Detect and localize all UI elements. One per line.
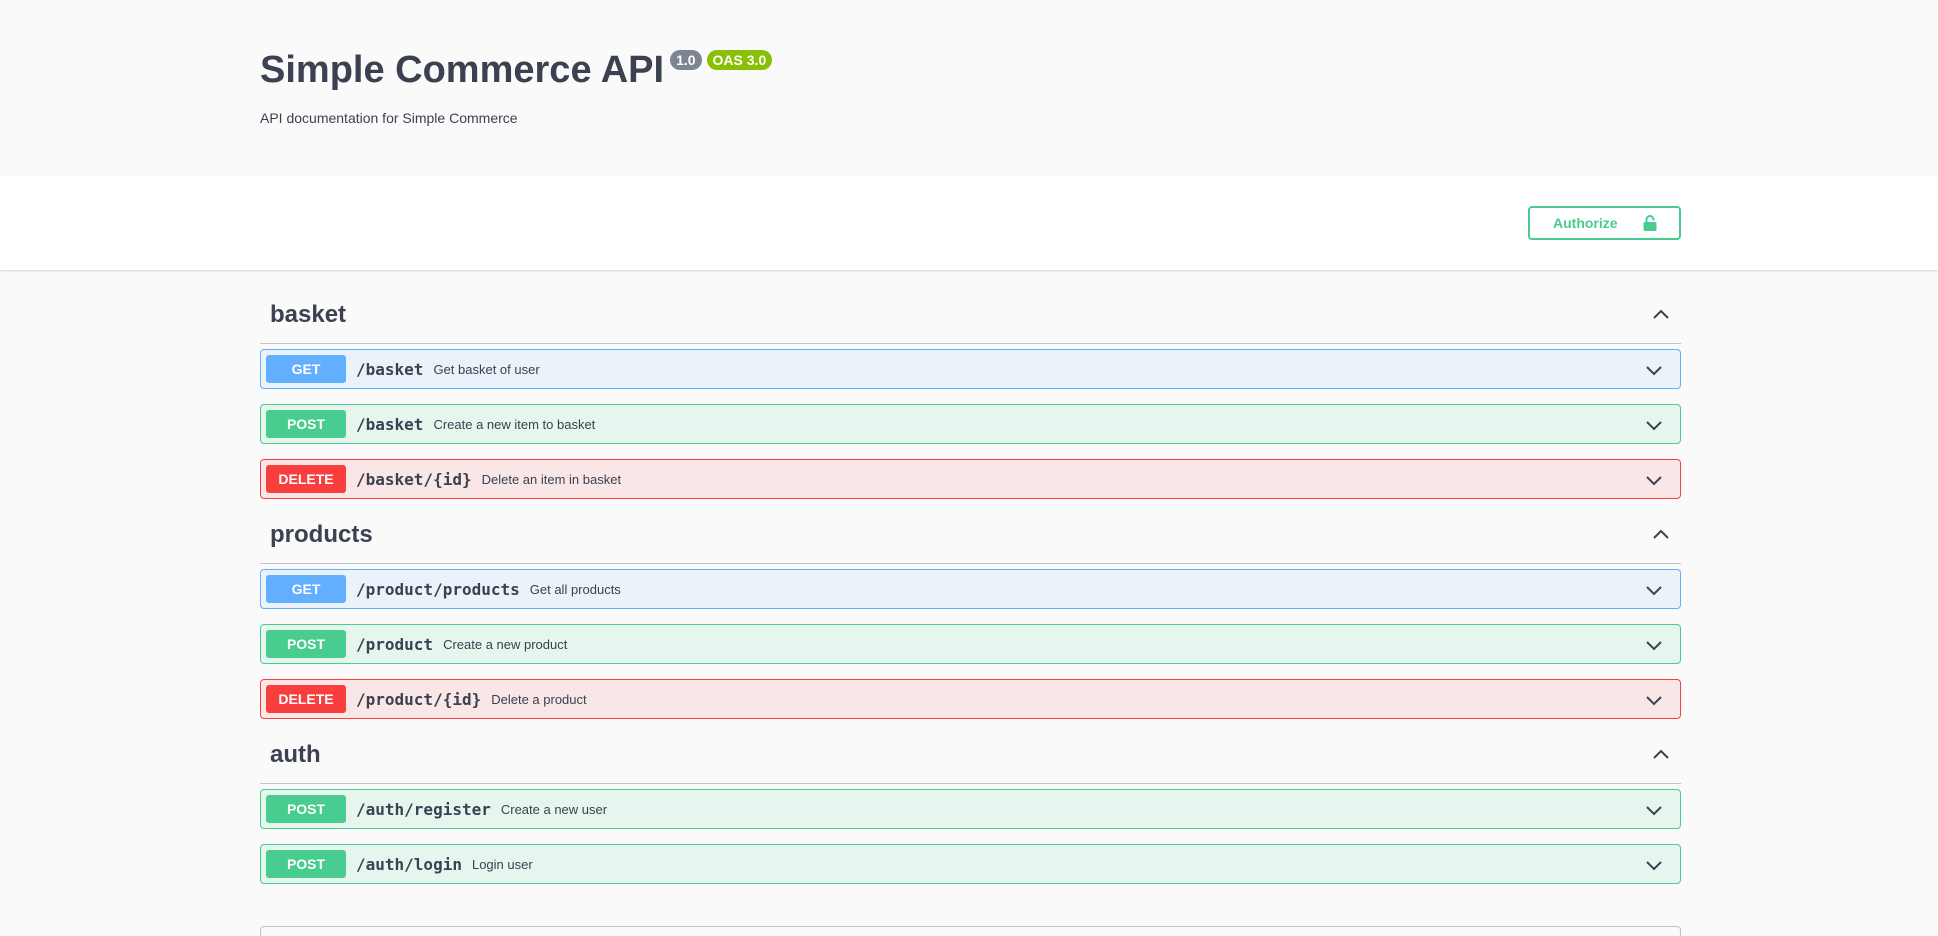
method-badge: POST [266, 795, 346, 823]
method-badge: GET [266, 355, 346, 383]
chevron-up-icon[interactable] [1651, 745, 1671, 765]
operation-path: /basket [356, 414, 424, 434]
operation-post-product[interactable]: POST /product Create a new product [260, 624, 1681, 664]
tag-name: basket [270, 300, 347, 328]
chevron-down-icon[interactable] [1644, 800, 1664, 820]
tag-name: auth [270, 740, 321, 768]
operation-summary: Create a new user [500, 801, 608, 817]
operation-path: /basket/{id} [356, 469, 472, 489]
operation-path: /product/products [356, 579, 520, 599]
chevron-down-icon[interactable] [1644, 580, 1664, 600]
title-row: Simple Commerce API 1.0 OAS 3.0 [260, 46, 773, 94]
tag-section-products: products GET /product/products Get all p… [260, 506, 1681, 719]
operation-path: /product/{id} [356, 689, 482, 709]
operation-path: /auth/login [356, 854, 462, 874]
operation-post-auth-login[interactable]: POST /auth/login Login user [260, 844, 1681, 884]
method-badge: POST [266, 410, 346, 438]
operation-summary: Get all products [529, 581, 621, 597]
chevron-down-icon[interactable] [1644, 635, 1664, 655]
lock-icon [1643, 215, 1657, 231]
operation-get-products[interactable]: GET /product/products Get all products [260, 569, 1681, 609]
operation-summary: Delete a product [491, 691, 587, 707]
authorize-label: Authorize [1553, 215, 1618, 231]
operation-summary: Get basket of user [433, 361, 540, 377]
operation-path: /product [356, 634, 434, 654]
operation-post-basket[interactable]: POST /basket Create a new item to basket [260, 404, 1681, 444]
operation-summary: Delete an item in basket [481, 471, 622, 487]
method-badge: POST [266, 850, 346, 878]
method-badge: POST [266, 630, 346, 658]
method-badge: DELETE [266, 685, 346, 713]
operation-summary: Create a new product [443, 636, 568, 652]
operation-post-auth-register[interactable]: POST /auth/register Create a new user [260, 789, 1681, 829]
authorize-button[interactable]: Authorize [1528, 206, 1681, 240]
schemas-section[interactable] [260, 926, 1681, 936]
chevron-down-icon[interactable] [1644, 360, 1664, 380]
api-description: API documentation for Simple Commerce [260, 110, 518, 126]
operation-path: /basket [356, 359, 424, 379]
tag-name: products [270, 520, 373, 548]
method-badge: DELETE [266, 465, 346, 493]
chevron-down-icon[interactable] [1644, 470, 1664, 490]
chevron-down-icon[interactable] [1644, 415, 1664, 435]
chevron-down-icon[interactable] [1644, 690, 1664, 710]
operation-delete-product[interactable]: DELETE /product/{id} Delete a product [260, 679, 1681, 719]
operation-summary: Create a new item to basket [433, 416, 596, 432]
tag-header-basket[interactable]: basket [260, 286, 1681, 344]
chevron-up-icon[interactable] [1651, 305, 1671, 325]
tag-header-auth[interactable]: auth [260, 726, 1681, 784]
operation-delete-basket[interactable]: DELETE /basket/{id} Delete an item in ba… [260, 459, 1681, 499]
page-title: Simple Commerce API [260, 49, 665, 91]
info-header: Simple Commerce API 1.0 OAS 3.0 [260, 46, 773, 94]
version-badge: 1.0 [670, 50, 702, 70]
chevron-down-icon[interactable] [1644, 855, 1664, 875]
tag-header-products[interactable]: products [260, 506, 1681, 564]
operation-summary: Login user [471, 856, 533, 872]
tag-section-basket: basket GET /basket Get basket of user PO… [260, 286, 1681, 499]
method-badge: GET [266, 575, 346, 603]
tag-section-auth: auth POST /auth/register Create a new us… [260, 726, 1681, 884]
operation-get-basket[interactable]: GET /basket Get basket of user [260, 349, 1681, 389]
oas-badge: OAS 3.0 [706, 50, 773, 70]
chevron-up-icon[interactable] [1651, 525, 1671, 545]
operation-path: /auth/register [356, 799, 491, 819]
